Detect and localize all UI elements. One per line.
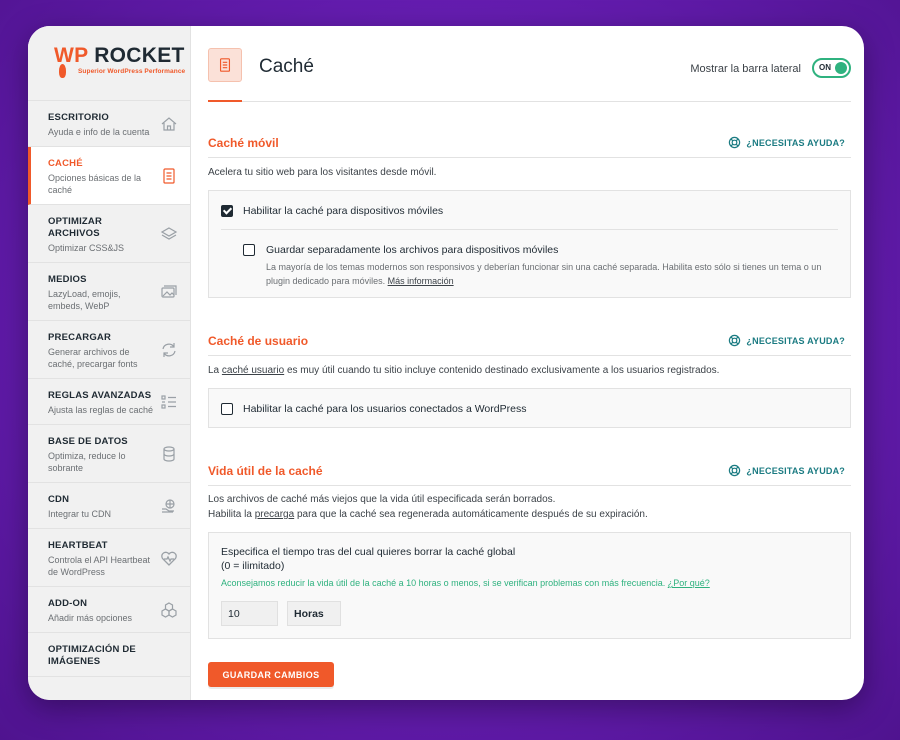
sidebar: WP ROCKET Superior WordPress Performance… — [28, 26, 191, 700]
sidebar-item-desc: Ajusta las reglas de caché — [48, 405, 154, 415]
section-description: La caché usuario es muy útil cuando tu s… — [208, 365, 720, 376]
why-link[interactable]: ¿Por qué? — [668, 578, 710, 588]
sidebar-item-title: REGLAS AVANZADAS — [48, 390, 152, 401]
sidebar-item-title: OPTIMIZACIÓN DE IMÁGENES — [48, 644, 136, 667]
sidebar-item-desc: Optimizar CSS&JS — [48, 243, 125, 253]
lifebuoy-icon — [729, 464, 741, 477]
sidebar-item-title: BASE DE DATOS — [48, 436, 128, 447]
help-link[interactable]: ¿NECESITAS AYUDA? — [728, 136, 845, 149]
user-cache-label: Habilitar la caché para los usuarios con… — [243, 403, 527, 415]
images-icon — [161, 284, 177, 298]
cache-lifespan-options: Especifica el tiempo tras del cual quier… — [208, 532, 851, 639]
sidebar-item-desc: Integrar tu CDN — [48, 509, 112, 519]
sidebar-item-title: MEDIOS — [48, 274, 87, 285]
mobile-cache-label: Habilitar la caché para dispositivos móv… — [243, 205, 444, 217]
sidebar-item-desc: Generar archivos de caché, precargar fon… — [48, 347, 138, 369]
mobile-cache-checkbox[interactable] — [221, 205, 233, 217]
toggle-state: ON — [819, 63, 831, 72]
separate-mobile-cache-checkbox[interactable] — [243, 244, 255, 256]
sidebar-item-title: OPTIMIZAR ARCHIVOS — [48, 216, 103, 239]
sidebar-toggle[interactable]: ON — [812, 58, 851, 78]
sidebar-item-desc: LazyLoad, emojis, embeds, WebP — [48, 289, 121, 311]
logo-tagline: Superior WordPress Performance — [78, 68, 186, 75]
preload-link[interactable]: precarga — [255, 509, 294, 520]
lifespan-advice: Aconsejamos reducir la vida útil de la c… — [221, 578, 710, 588]
app-window: WP ROCKET Superior WordPress Performance… — [28, 26, 864, 700]
save-button[interactable]: GUARDAR CAMBIOS — [208, 662, 334, 687]
heartbeat-icon — [161, 551, 177, 566]
mobile-cache-options: Habilitar la caché para dispositivos móv… — [208, 190, 851, 298]
section-description: Acelera tu sitio web para los visitantes… — [208, 167, 437, 178]
home-icon — [161, 116, 177, 131]
refresh-icon — [162, 342, 176, 357]
user-cache-options: Habilitar la caché para los usuarios con… — [208, 388, 851, 428]
section-title: Caché móvil — [208, 136, 279, 150]
more-info-link[interactable]: Más información — [388, 276, 454, 286]
list-icon — [161, 394, 176, 409]
sidebar-item-medios[interactable]: MEDIOS LazyLoad, emojis, embeds, WebP — [28, 263, 190, 321]
help-label: ¿NECESITAS AYUDA? — [746, 335, 845, 346]
help-link[interactable]: ¿NECESITAS AYUDA? — [728, 464, 845, 477]
sidebar-item-precargar[interactable]: PRECARGAR Generar archivos de caché, pre… — [28, 321, 190, 379]
lifespan-value-input[interactable]: 10 — [221, 601, 278, 626]
section-description: Habilita la precarga para que la caché s… — [208, 509, 648, 520]
lifespan-unit-select[interactable]: Horas — [287, 601, 341, 626]
lifespan-field-label: Especifica el tiempo tras del cual quier… — [221, 546, 516, 558]
section-title: Caché de usuario — [208, 334, 309, 348]
sidebar-item-title: PRECARGAR — [48, 332, 112, 343]
section-header-cache-lifespan: Vida útil de la caché ¿NECESITAS AYUDA? — [208, 460, 851, 486]
addon-icon — [161, 601, 177, 618]
cdn-icon — [162, 498, 175, 513]
layers-icon — [160, 226, 178, 240]
help-label: ¿NECESITAS AYUDA? — [746, 137, 845, 148]
toggle-knob — [835, 62, 847, 74]
logo-wordmark: WP ROCKET — [54, 44, 185, 67]
page-icon — [163, 167, 175, 184]
sidebar-item-desc: Opciones básicas de la caché — [48, 173, 142, 195]
sidebar-item-heartbeat[interactable]: HEARTBEAT Controla el API Heartbeat de W… — [28, 529, 190, 587]
help-label: ¿NECESITAS AYUDA? — [746, 465, 845, 476]
main-content: Caché Mostrar la barra lateral ON Caché … — [208, 26, 851, 700]
sidebar-item-title: CACHÉ — [48, 158, 83, 169]
sidebar-item-desc: Optimiza, reduce lo sobrante — [48, 451, 126, 473]
sidebar-item-reglas-avanzadas[interactable]: REGLAS AVANZADAS Ajusta las reglas de ca… — [28, 379, 190, 425]
sidebar-item-add-on[interactable]: ADD-ON Añadir más opciones — [28, 587, 190, 633]
sidebar-toggle-label: Mostrar la barra lateral — [690, 63, 801, 75]
sidebar-item-title: CDN — [48, 494, 70, 505]
wp-rocket-logo[interactable]: WP ROCKET Superior WordPress Performance — [28, 26, 190, 101]
lifebuoy-icon — [729, 334, 741, 347]
user-cache-checkbox[interactable] — [221, 403, 233, 415]
sidebar-item-title: ESCRITORIO — [48, 112, 109, 123]
separate-mobile-cache-label: Guardar separadamente los archivos para … — [266, 244, 559, 256]
separate-mobile-cache-note: La mayoría de los temas modernos son res… — [266, 262, 822, 286]
lifespan-field-sublabel: (0 = ilimitado) — [221, 560, 285, 572]
sidebar-item-cdn[interactable]: CDN Integrar tu CDN — [28, 483, 190, 529]
sidebar-item-base-de-datos[interactable]: BASE DE DATOS Optimiza, reduce lo sobran… — [28, 425, 190, 483]
lifebuoy-icon — [729, 136, 741, 149]
header-accent-line — [208, 100, 242, 102]
rocket-flame-icon — [59, 64, 66, 78]
options-divider — [221, 229, 838, 230]
page-title: Caché — [259, 56, 314, 77]
sidebar-item-optimizar-archivos[interactable]: OPTIMIZAR ARCHIVOS Optimizar CSS&JS — [28, 205, 190, 263]
sidebar-item-desc: Añadir más opciones — [48, 613, 133, 623]
section-header-user-cache: Caché de usuario ¿NECESITAS AYUDA? — [208, 330, 851, 356]
sidebar-item-cache[interactable]: CACHÉ Opciones básicas de la caché — [28, 147, 190, 205]
database-icon — [163, 445, 175, 462]
section-description: Los archivos de caché más viejos que la … — [208, 494, 556, 505]
help-link[interactable]: ¿NECESITAS AYUDA? — [728, 334, 845, 347]
sidebar-item-desc: Controla el API Heartbeat de WordPress — [48, 555, 151, 577]
page-title-icon — [208, 48, 242, 82]
section-title: Vida útil de la caché — [208, 464, 323, 478]
user-cache-link[interactable]: caché usuario — [222, 365, 284, 376]
section-header-mobile-cache: Caché móvil ¿NECESITAS AYUDA? — [208, 132, 851, 158]
sidebar-item-title: HEARTBEAT — [48, 540, 108, 551]
page-header: Caché Mostrar la barra lateral ON — [208, 26, 851, 102]
sidebar-item-title: ADD-ON — [48, 598, 88, 609]
sidebar-item-desc: Ayuda e info de la cuenta — [48, 127, 150, 137]
sidebar-item-optimizacion-imagenes[interactable]: OPTIMIZACIÓN DE IMÁGENES — [28, 633, 190, 677]
sidebar-item-escritorio[interactable]: ESCRITORIO Ayuda e info de la cuenta — [28, 101, 190, 147]
